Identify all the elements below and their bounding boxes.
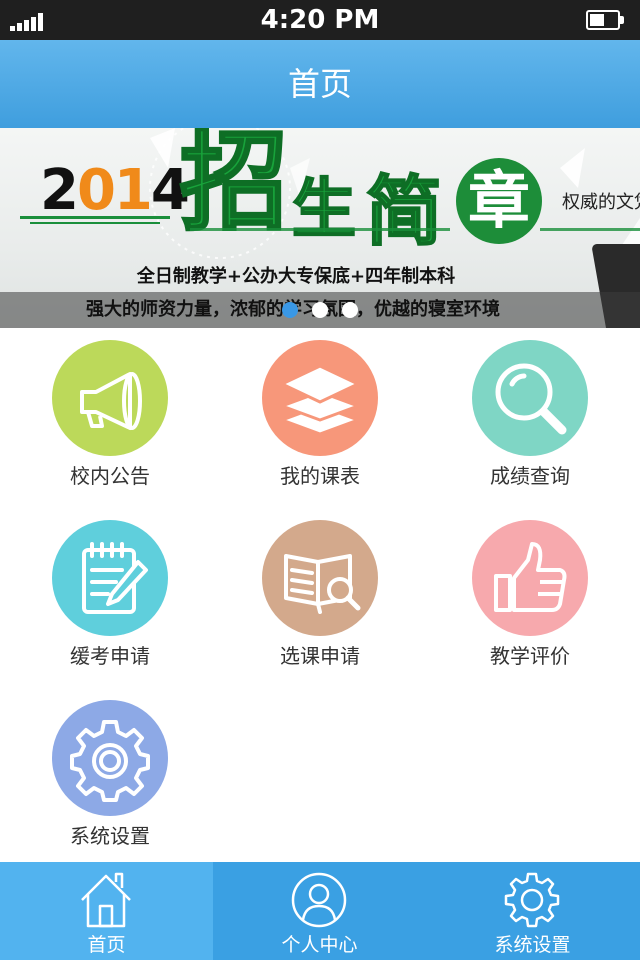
user-icon — [291, 872, 347, 928]
tile-teaching-evaluation[interactable]: 教学评价 — [430, 508, 630, 678]
gear-icon — [52, 700, 168, 816]
megaphone-icon — [52, 340, 168, 456]
tile-label: 缓考申请 — [70, 644, 150, 668]
tile-grade-query[interactable]: 成绩查询 — [430, 328, 630, 498]
tile-course-selection[interactable]: 选课申请 — [220, 508, 420, 678]
nav-bar: 首页 — [0, 40, 640, 128]
tile-system-settings[interactable]: 系统设置 — [10, 688, 210, 858]
page-title: 首页 — [287, 65, 352, 103]
search-icon — [472, 340, 588, 456]
banner-headline-3: 简 — [365, 166, 443, 257]
carousel-dot-3[interactable] — [342, 302, 358, 318]
tile-campus-notice[interactable]: 校内公告 — [10, 328, 210, 498]
tab-label: 个人中心 — [281, 934, 358, 956]
banner-year: 2014 — [40, 158, 190, 223]
banner-headline-1: 招 — [178, 128, 289, 245]
carousel-dot-2[interactable] — [312, 302, 328, 318]
status-bar: 4:20 PM — [0, 0, 640, 40]
status-time: 4:20 PM — [260, 5, 380, 35]
tile-label: 校内公告 — [70, 464, 150, 488]
layers-icon — [262, 340, 378, 456]
gear-icon — [504, 872, 560, 928]
tab-label: 系统设置 — [494, 934, 571, 956]
tile-label: 成绩查询 — [490, 464, 570, 488]
carousel-dot-1[interactable] — [282, 302, 298, 318]
tile-label: 选课申请 — [280, 644, 360, 668]
tab-profile[interactable]: 个人中心 — [213, 862, 426, 960]
tab-bar: 首页 个人中心 系统设置 — [0, 862, 640, 960]
carousel-indicators[interactable] — [282, 302, 362, 318]
banner-headline-2: 生 — [291, 172, 357, 248]
banner-carousel[interactable]: 2014 招 生 简 章 权威的文凭 全日制教学+公办大专保底+四年制本科 强大… — [0, 128, 640, 328]
book-search-icon — [262, 520, 378, 636]
tile-label: 我的课表 — [280, 464, 360, 488]
tile-label: 教学评价 — [490, 644, 570, 668]
tile-my-schedule[interactable]: 我的课表 — [220, 328, 420, 498]
notepad-pencil-icon — [52, 520, 168, 636]
banner-subtitle: 全日制教学+公办大专保底+四年制本科 — [136, 266, 456, 287]
banner-headline-4: 章 — [467, 164, 530, 237]
tile-exam-deferral[interactable]: 缓考申请 — [10, 508, 210, 678]
tab-label: 首页 — [87, 934, 126, 956]
tile-label: 系统设置 — [70, 824, 150, 848]
banner-side-text: 权威的文凭 — [562, 192, 640, 213]
thumbs-up-icon — [472, 520, 588, 636]
battery-icon — [586, 10, 626, 30]
home-icon — [81, 872, 131, 928]
tab-home[interactable]: 首页 — [0, 862, 213, 960]
tab-settings[interactable]: 系统设置 — [426, 862, 640, 960]
